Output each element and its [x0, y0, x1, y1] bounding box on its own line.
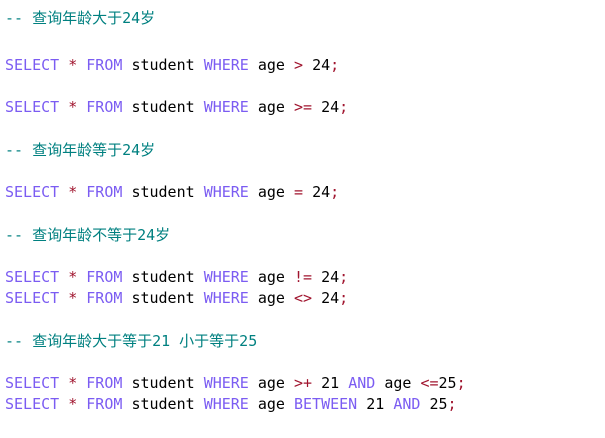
operator: >= [294, 98, 313, 116]
code-line: SELECT * FROM student WHERE age BETWEEN … [5, 394, 457, 415]
code-line: SELECT * FROM student WHERE age <> 24; [5, 288, 348, 309]
keyword: FROM [86, 98, 123, 116]
operator: = [294, 183, 304, 201]
column-name: age [257, 183, 285, 201]
operator: * [68, 268, 78, 286]
keyword: AND [348, 374, 376, 392]
code-line: SELECT * FROM student WHERE age = 24; [5, 182, 339, 203]
semicolon: ; [339, 289, 349, 307]
column-name: age [257, 268, 285, 286]
code-line: SELECT * FROM student WHERE age > 24; [5, 55, 339, 76]
semicolon: ; [330, 183, 340, 201]
operator: * [68, 395, 78, 413]
table-name: student [131, 183, 195, 201]
column-name: age [257, 289, 285, 307]
comment-line: -- 查询年龄大于等于21 小于等于25 [5, 331, 257, 352]
number-literal: 25 [438, 374, 457, 392]
keyword: WHERE [203, 289, 249, 307]
column-name: age [384, 374, 412, 392]
code-line: SELECT * FROM student WHERE age >= 24; [5, 97, 348, 118]
keyword: WHERE [203, 395, 249, 413]
number-literal: 24 [321, 289, 340, 307]
keyword: FROM [86, 395, 123, 413]
operator: > [294, 56, 304, 74]
comment-line: -- 查询年龄大于24岁 [5, 8, 155, 29]
operator: * [68, 289, 78, 307]
operator: * [68, 183, 78, 201]
keyword: BETWEEN [294, 395, 358, 413]
keyword: AND [393, 395, 421, 413]
keyword: WHERE [203, 56, 249, 74]
column-name: age [257, 374, 285, 392]
semicolon: ; [339, 98, 349, 116]
comment-line: -- 查询年龄等于24岁 [5, 140, 155, 161]
operator: * [68, 56, 78, 74]
operator: >+ [294, 374, 313, 392]
keyword: WHERE [203, 183, 249, 201]
code-line: SELECT * FROM student WHERE age != 24; [5, 267, 348, 288]
comment-text: -- 查询年龄大于24岁 [5, 9, 156, 27]
operator: <= [420, 374, 439, 392]
keyword: FROM [86, 374, 123, 392]
keyword: SELECT [5, 56, 60, 74]
number-literal: 24 [321, 98, 340, 116]
keyword: SELECT [5, 268, 60, 286]
table-name: student [131, 56, 195, 74]
keyword: FROM [86, 289, 123, 307]
table-name: student [131, 268, 195, 286]
keyword: SELECT [5, 374, 60, 392]
keyword: WHERE [203, 98, 249, 116]
number-literal: 24 [312, 56, 331, 74]
operator: != [294, 268, 313, 286]
comment-text: -- 查询年龄大于等于21 小于等于25 [5, 332, 258, 350]
table-name: student [131, 289, 195, 307]
table-name: student [131, 374, 195, 392]
column-name: age [257, 395, 285, 413]
comment-line: -- 查询年龄不等于24岁 [5, 225, 170, 246]
table-name: student [131, 98, 195, 116]
keyword: WHERE [203, 268, 249, 286]
table-name: student [131, 395, 195, 413]
number-literal: 24 [312, 183, 331, 201]
semicolon: ; [447, 395, 457, 413]
number-literal: 21 [366, 395, 385, 413]
keyword: WHERE [203, 374, 249, 392]
sql-editor[interactable]: -- 查询年龄大于24岁 SELECT * FROM student WHERE… [0, 0, 605, 438]
operator: * [68, 98, 78, 116]
comment-text: -- 查询年龄不等于24岁 [5, 226, 171, 244]
keyword: SELECT [5, 289, 60, 307]
code-line: SELECT * FROM student WHERE age >+ 21 AN… [5, 373, 466, 394]
keyword: FROM [86, 183, 123, 201]
keyword: FROM [86, 268, 123, 286]
keyword: SELECT [5, 98, 60, 116]
keyword: SELECT [5, 183, 60, 201]
semicolon: ; [330, 56, 340, 74]
operator: <> [294, 289, 313, 307]
column-name: age [257, 98, 285, 116]
number-literal: 21 [321, 374, 340, 392]
operator: * [68, 374, 78, 392]
semicolon: ; [339, 268, 349, 286]
number-literal: 25 [429, 395, 448, 413]
keyword: FROM [86, 56, 123, 74]
number-literal: 24 [321, 268, 340, 286]
column-name: age [257, 56, 285, 74]
comment-text: -- 查询年龄等于24岁 [5, 141, 156, 159]
semicolon: ; [456, 374, 466, 392]
keyword: SELECT [5, 395, 60, 413]
